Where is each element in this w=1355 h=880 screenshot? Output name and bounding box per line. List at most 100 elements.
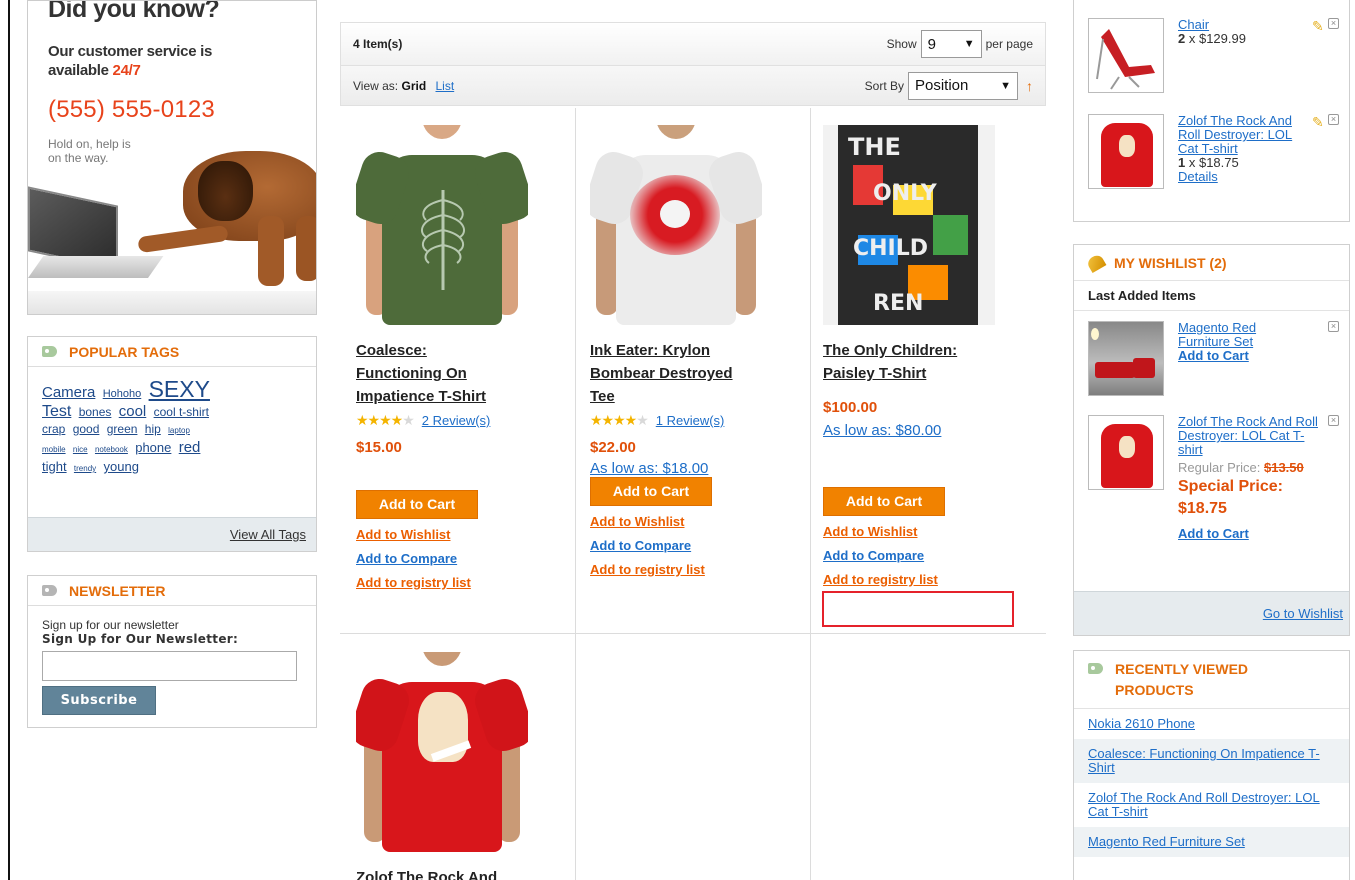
remove-icon[interactable]: × [1328,321,1339,332]
add-to-wishlist-link[interactable]: Add to Wishlist [590,510,815,534]
view-list-link[interactable]: List [436,79,455,93]
tag-link[interactable]: green [107,422,138,436]
promo-small-1: Hold on, help is [48,137,131,151]
tag-link[interactable]: notebook [95,445,128,454]
product-image[interactable] [590,125,762,325]
dog-head [198,161,253,221]
cart-item-info: Zolof The Rock And Roll Destroyer: LOL C… [1178,113,1293,184]
wishlist-item-name-link[interactable]: Magento Red Furniture Set [1178,320,1256,349]
add-to-cart-button[interactable]: Add to Cart [823,487,945,516]
remove-icon[interactable]: × [1328,18,1339,29]
tag-link[interactable]: SEXY [149,376,210,402]
tag-link[interactable]: Test [42,403,71,420]
tag-link[interactable]: Camera [42,384,95,401]
add-to-cart-button[interactable]: Add to Cart [590,477,712,506]
ribcage-print [420,190,466,290]
wishlist-subtitle: Last Added Items [1074,281,1349,311]
rating-stars-icon: ★★★★★ [590,412,649,428]
mini-cart-block: Chair 2 x $129.99 ✎ × Zolof The Rock And… [1073,0,1350,222]
reviews-link[interactable]: 2 Review(s) [422,413,491,428]
dog-leg [296,216,316,281]
add-to-cart-button[interactable]: Add to Cart [356,490,478,519]
newsletter-text: Sign up for our newsletter Sign Up for O… [28,606,316,646]
tag-link[interactable]: nice [73,445,88,454]
laptop-base-image [28,256,164,278]
dog-paw [137,224,229,254]
tag-link[interactable]: tight [42,459,67,474]
sort-direction-arrow-icon[interactable]: ↑ [1026,78,1033,94]
cart-item-name-link[interactable]: Zolof The Rock And Roll Destroyer: LOL C… [1178,113,1292,156]
cart-item-name-link[interactable]: Chair [1178,17,1209,32]
product-name-link[interactable]: Zolof The Rock And [356,866,581,880]
wishlist-add-to-cart-link[interactable]: Add to Cart [1178,348,1249,363]
promo-title: Did you know? [48,0,220,23]
tag-link[interactable]: bones [79,405,112,419]
as-low-as-link[interactable]: As low as: $18.00 [590,460,815,477]
recently-viewed-link[interactable]: Zolof The Rock And Roll Destroyer: LOL C… [1088,790,1320,819]
tag-icon [1088,663,1103,674]
wishlist-footer: Go to Wishlist [1074,591,1349,635]
wishlist-item-name-link[interactable]: Zolof The Rock And Roll Destroyer: LOL C… [1178,414,1318,457]
cart-item-image[interactable] [1088,18,1164,93]
per-page-select[interactable]: 9 ▼ [920,30,982,58]
view-all-tags-link[interactable]: View All Tags [230,527,306,542]
sort-by: Sort By Position ▼ ↑ [865,71,1033,100]
cart-item-image[interactable] [1088,114,1164,189]
recently-viewed-link[interactable]: Nokia 2610 Phone [1088,716,1195,731]
newsletter-email-input[interactable] [42,651,297,681]
product-name-link[interactable]: The Only Children: Paisley T-Shirt [823,339,1048,385]
add-to-registry-link[interactable]: Add to registry list [823,568,1048,592]
tag-link[interactable]: phone [135,440,171,455]
wishlist-add-to-cart-link[interactable]: Add to Cart [1178,526,1249,541]
special-price-label: Special Price: [1178,478,1283,495]
newsletter-block: NEWSLETTER Sign up for our newsletter Si… [27,575,317,728]
remove-icon[interactable]: × [1328,415,1339,426]
tag-link[interactable]: crap [42,422,65,436]
tag-link[interactable]: Hohoho [103,388,142,400]
wishlist-block: MY WISHLIST (2) Last Added Items Magento… [1073,244,1350,636]
tag-link[interactable]: cool t-shirt [154,405,209,419]
product-image[interactable] [356,652,528,852]
product-image[interactable]: THE ONLY CHILD REN [823,125,995,325]
product-rating: ★★★★★ 2 Review(s) [356,412,581,429]
cart-item-details-link[interactable]: Details [1178,169,1218,184]
customer-service-banner[interactable]: Did you know? Our customer service is av… [27,0,317,315]
newsletter-title: NEWSLETTER [28,576,316,606]
add-to-wishlist-link[interactable]: Add to Wishlist [823,520,1048,544]
tag-link[interactable]: cool [119,403,147,420]
add-to-compare-link[interactable]: Add to Compare [356,547,581,571]
product-name-link[interactable]: Ink Eater: Krylon Bombear Destroyed Tee [590,339,815,408]
add-to-registry-link[interactable]: Add to registry list [356,571,581,595]
add-to-registry-link[interactable]: Add to registry list [590,558,815,582]
edit-pencil-icon[interactable]: ✎ [1312,18,1324,35]
subscribe-button[interactable]: Subscribe [42,686,156,715]
recently-viewed-item: Nokia 2610 Phone [1074,709,1349,739]
recently-viewed-block: RECENTLY VIEWED PRODUCTS Nokia 2610 Phone… [1073,650,1350,880]
remove-icon[interactable]: × [1328,114,1339,125]
product-rating: ★★★★★ 1 Review(s) [590,412,815,429]
tag-link[interactable]: hip [145,422,161,436]
tag-link[interactable]: laptop [168,426,190,435]
as-low-as-link[interactable]: As low as: $80.00 [823,422,1048,439]
popular-tags-block: POPULAR TAGS Camera Hohoho SEXY Test bon… [27,336,317,552]
add-to-compare-link[interactable]: Add to Compare [590,534,815,558]
tag-link[interactable]: good [73,422,100,436]
wishlist-item-image[interactable] [1088,415,1164,490]
edit-pencil-icon[interactable]: ✎ [1312,114,1324,131]
tag-link[interactable]: red [179,439,201,456]
product-image[interactable] [356,125,528,325]
recently-viewed-item: Magento Red Furniture Set [1074,827,1349,857]
recently-viewed-link[interactable]: Coalesce: Functioning On Impatience T-Sh… [1088,746,1320,775]
recently-viewed-link[interactable]: Magento Red Furniture Set [1088,834,1245,849]
go-to-wishlist-link[interactable]: Go to Wishlist [1263,606,1343,621]
tag-link[interactable]: trendy [74,464,96,473]
sort-select[interactable]: Position ▼ [908,71,1018,100]
wishlist-item-image[interactable] [1088,321,1164,396]
tag-link[interactable]: mobile [42,445,66,454]
add-to-wishlist-link[interactable]: Add to Wishlist [356,523,581,547]
reviews-link[interactable]: 1 Review(s) [656,413,725,428]
tag-link[interactable]: young [104,459,139,474]
product-name-link[interactable]: Coalesce: Functioning On Impatience T-Shir… [356,339,581,408]
banner-floor [28,291,316,314]
add-to-compare-link[interactable]: Add to Compare [823,544,1048,568]
